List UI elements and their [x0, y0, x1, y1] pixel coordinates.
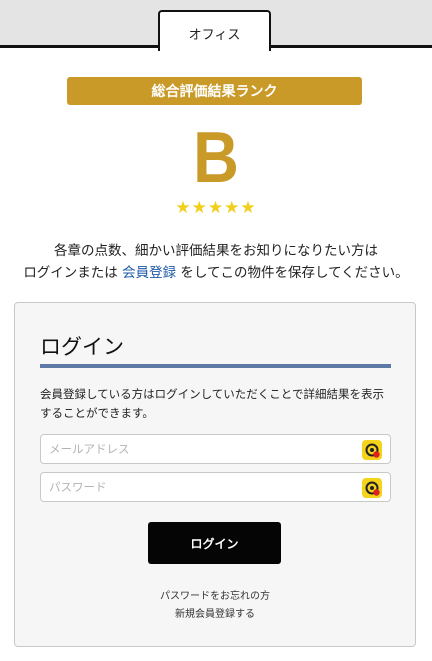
email-input[interactable] — [41, 435, 351, 463]
login-note: 会員登録している方はログインしていただくことで詳細結果を表示することができます。 — [40, 387, 384, 420]
login-prompt-line2: ログインまたは 会員登録 をしてこの物件を保存してください。 — [0, 262, 432, 284]
tab-office[interactable]: オフィス — [158, 10, 271, 51]
login-prompt-text: 各章の点数、細かい評価結果をお知りになりたい方は ログインまたは 会員登録 をし… — [0, 240, 432, 284]
forgot-password-link[interactable]: パスワードをお忘れの方 — [15, 587, 415, 602]
login-prompt-line1: 各章の点数、細かい評価結果をお知りになりたい方は — [54, 243, 378, 259]
login-panel: ログイン 会員登録している方はログインしていただくことで詳細結果を表示することが… — [14, 302, 416, 647]
password-field — [40, 472, 391, 502]
rank-banner: 総合評価結果ランク — [67, 77, 362, 105]
login-button[interactable]: ログイン — [148, 522, 281, 564]
login-heading-divider — [40, 364, 391, 368]
rank-banner-label: 総合評価結果ランク — [151, 84, 278, 100]
login-prompt-suffix: をしてこの物件を保存してください。 — [176, 265, 409, 281]
tab-office-label: オフィス — [188, 28, 241, 43]
email-field — [40, 434, 391, 464]
key-autofill-icon[interactable] — [362, 478, 382, 498]
key-autofill-icon[interactable] — [362, 440, 382, 460]
register-inline-link[interactable]: 会員登録 — [122, 265, 176, 281]
new-registration-link[interactable]: 新規会員登録する — [15, 605, 415, 620]
login-button-label: ログイン — [190, 536, 239, 551]
login-prompt-prefix: ログインまたは — [23, 265, 123, 281]
login-heading: ログイン — [40, 335, 124, 359]
rating-stars: ★★★★★ — [175, 198, 257, 218]
rank-grade: B — [193, 118, 239, 198]
password-input[interactable] — [41, 473, 351, 501]
